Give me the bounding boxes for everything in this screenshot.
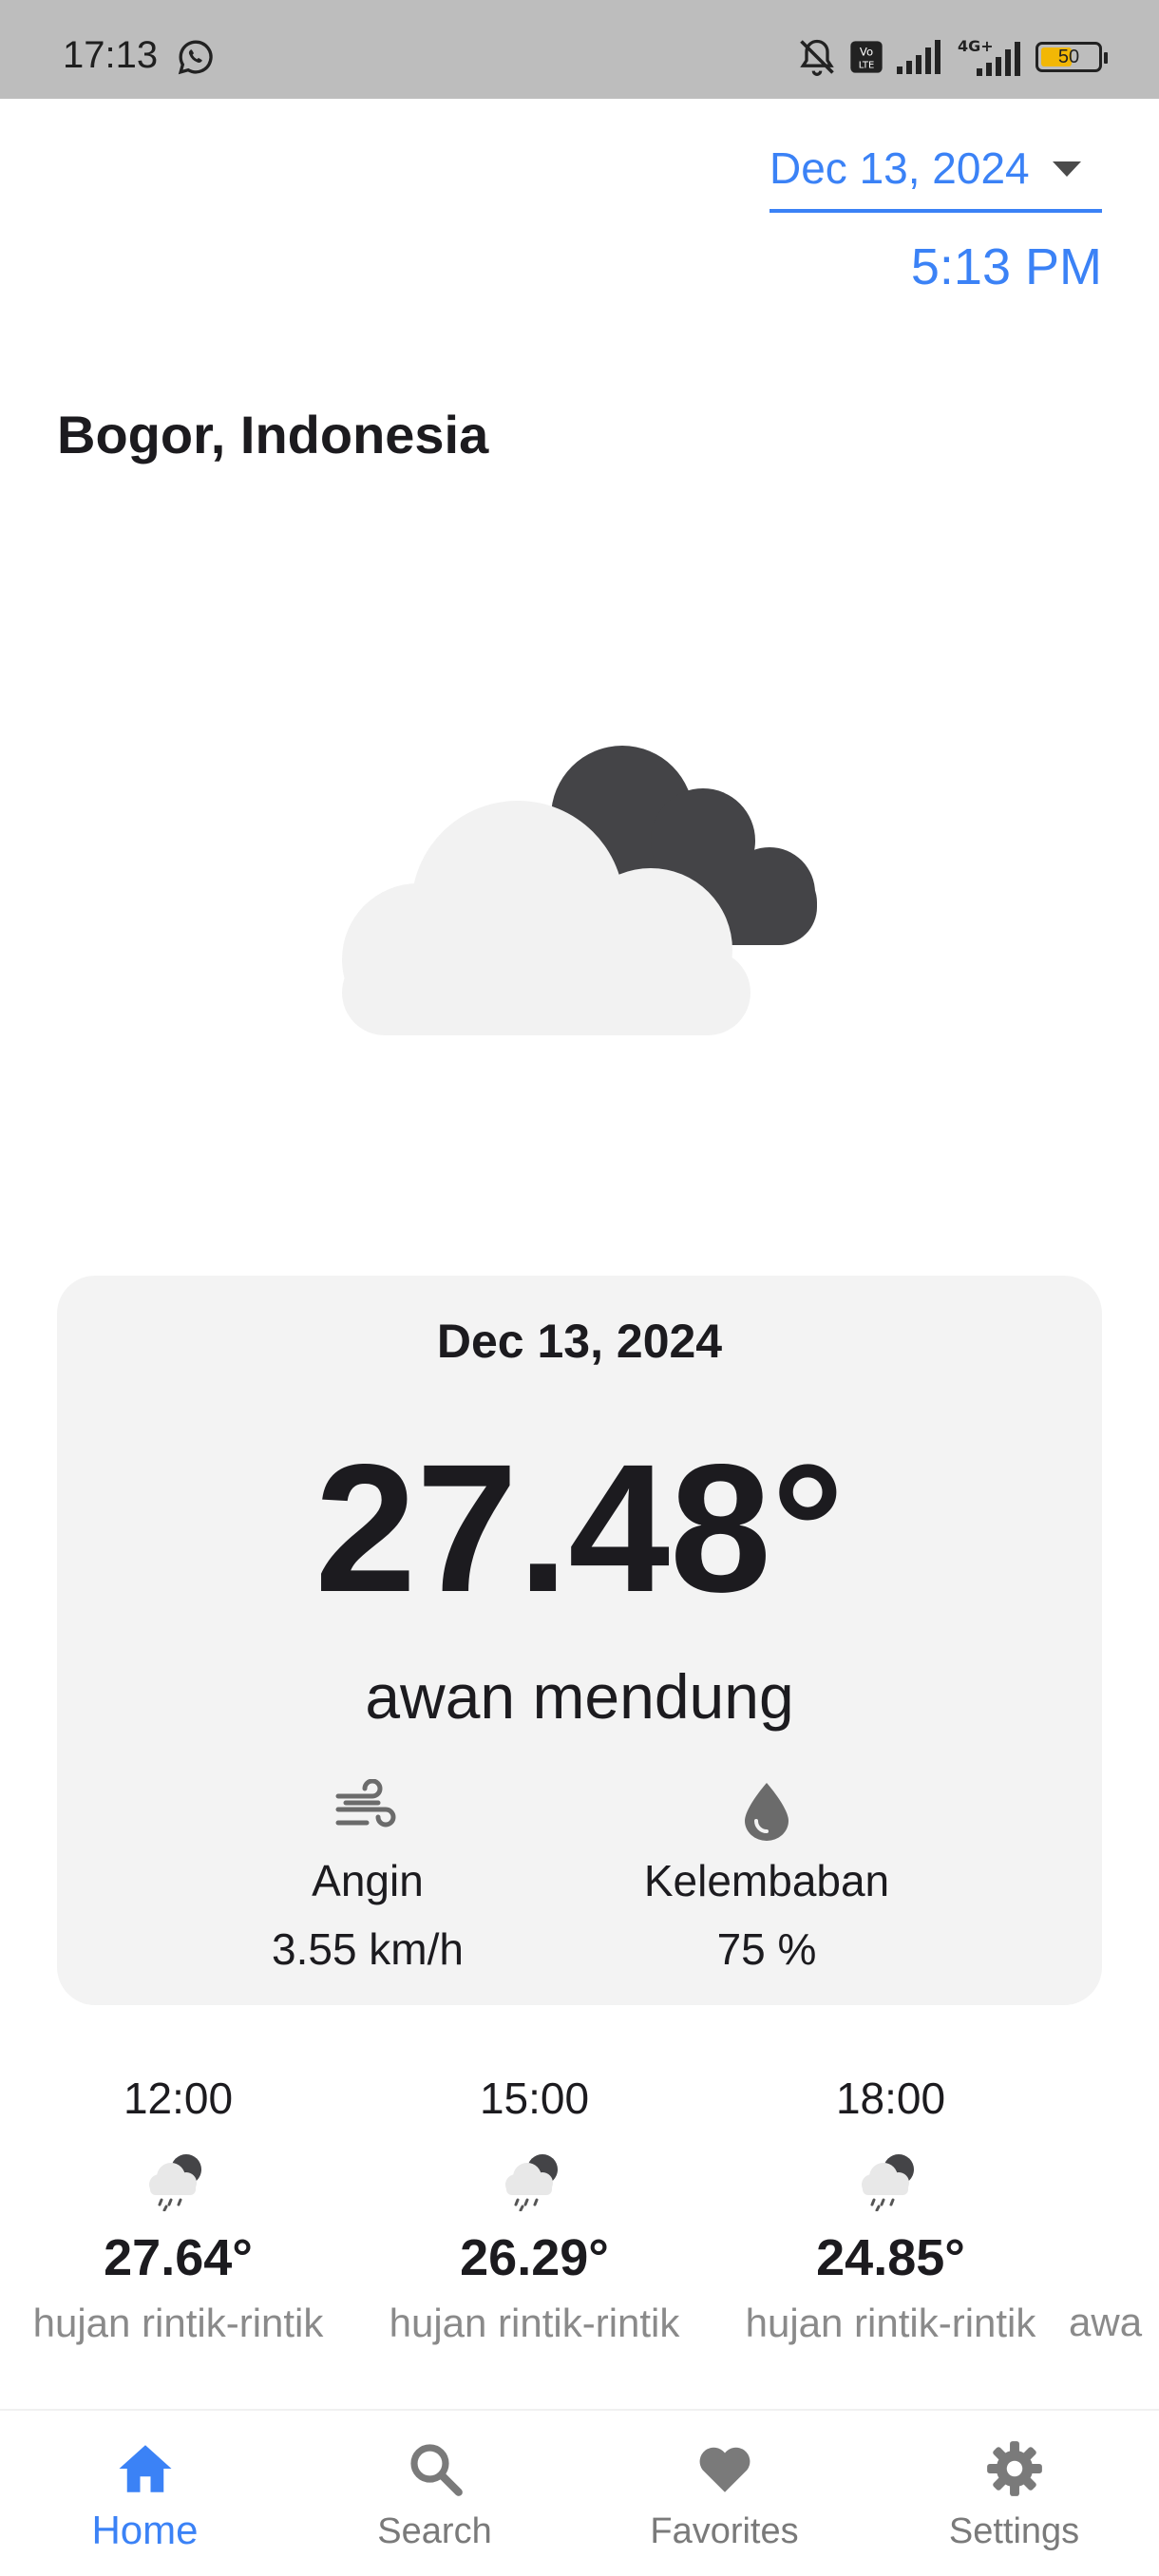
humidity-value: 75 %	[716, 1924, 817, 1974]
bottom-navigation: Home Search Favorites Settings	[0, 2409, 1159, 2576]
hourly-item: 12:00 27.64° hujan rintik-rintik	[0, 2061, 356, 2346]
svg-text:LTE: LTE	[859, 61, 875, 71]
gear-icon	[986, 2441, 1042, 2496]
nav-home-label: Home	[91, 2508, 199, 2552]
drizzle-night-icon	[504, 2154, 558, 2211]
svg-text:4G+: 4G+	[958, 37, 994, 55]
hourly-forecast[interactable]: 12:00 27.64° hujan rintik-rintik 15:00 2…	[0, 2061, 1159, 2375]
drizzle-night-icon	[148, 2154, 201, 2211]
current-temperature: 27.48°	[314, 1426, 845, 1630]
humidity-stat: Kelembaban 75 %	[610, 1779, 923, 1975]
hourly-item: 18:00 24.85° hujan rintik-rintik	[712, 2061, 1069, 2346]
hourly-description: hujan rintik-rintik	[389, 2301, 680, 2345]
status-icons: Vo LTE 4G+ 50	[796, 36, 1108, 78]
search-icon	[409, 2444, 463, 2496]
nav-favorites-label: Favorites	[650, 2511, 799, 2551]
whatsapp-icon	[178, 40, 213, 75]
drizzle-night-icon	[861, 2154, 914, 2211]
status-bar: 17:13 Vo LTE 4G+ 50	[0, 0, 1159, 99]
hourly-item: awa	[1069, 2061, 1159, 2345]
hourly-time: 15:00	[479, 2074, 590, 2123]
hourly-description: awa	[1069, 2300, 1143, 2344]
hourly-time: 18:00	[835, 2074, 946, 2123]
nav-settings-label: Settings	[948, 2511, 1080, 2551]
nav-favorites[interactable]: Favorites	[580, 2411, 869, 2576]
hourly-temperature: 27.64°	[104, 2229, 253, 2286]
water-drop-icon	[745, 1783, 788, 1841]
nav-home[interactable]: Home	[0, 2411, 290, 2576]
cloudy-night-icon	[342, 746, 817, 1035]
date-picker[interactable]: Dec 13, 2024	[770, 137, 1102, 213]
humidity-label: Kelembaban	[643, 1856, 890, 1905]
card-date: Dec 13, 2024	[436, 1315, 723, 1368]
battery-level: 50	[1057, 46, 1080, 67]
hourly-temperature: 24.85°	[816, 2229, 965, 2286]
heart-icon	[699, 2447, 750, 2492]
wind-stat: Angin 3.55 km/h	[211, 1779, 524, 1975]
wind-label: Angin	[312, 1856, 424, 1905]
svg-text:Vo: Vo	[860, 45, 873, 58]
battery-icon: 50	[1036, 42, 1108, 72]
hourly-description: hujan rintik-rintik	[32, 2301, 324, 2345]
hourly-item: 15:00 26.29° hujan rintik-rintik	[356, 2061, 712, 2346]
nav-search[interactable]: Search	[290, 2411, 580, 2576]
status-time: 17:13	[63, 34, 159, 76]
hourly-time	[1069, 2073, 1159, 2123]
nav-settings[interactable]: Settings	[869, 2411, 1159, 2576]
volte-icon: Vo LTE	[850, 41, 883, 73]
wind-value: 3.55 km/h	[272, 1924, 464, 1974]
weather-description: awan mendung	[365, 1661, 794, 1732]
current-weather-card: Dec 13, 2024 27.48° awan mendung Angin 3…	[57, 1276, 1102, 2005]
caret-down-icon	[1053, 161, 1081, 177]
wind-icon	[335, 1779, 396, 1828]
current-time: 5:13 PM	[910, 238, 1102, 295]
4g-signal-icon: 4G+	[958, 37, 1020, 76]
hourly-temperature	[1069, 2227, 1159, 2286]
location-title: Bogor, Indonesia	[57, 405, 489, 464]
signal-icon	[897, 40, 940, 74]
bell-off-icon	[800, 39, 834, 76]
home-icon	[119, 2445, 171, 2492]
hourly-time: 12:00	[123, 2074, 234, 2123]
date-picker-value: Dec 13, 2024	[770, 143, 1030, 193]
hourly-temperature: 26.29°	[460, 2229, 609, 2286]
hourly-description: hujan rintik-rintik	[745, 2301, 1036, 2345]
nav-search-label: Search	[377, 2511, 492, 2551]
